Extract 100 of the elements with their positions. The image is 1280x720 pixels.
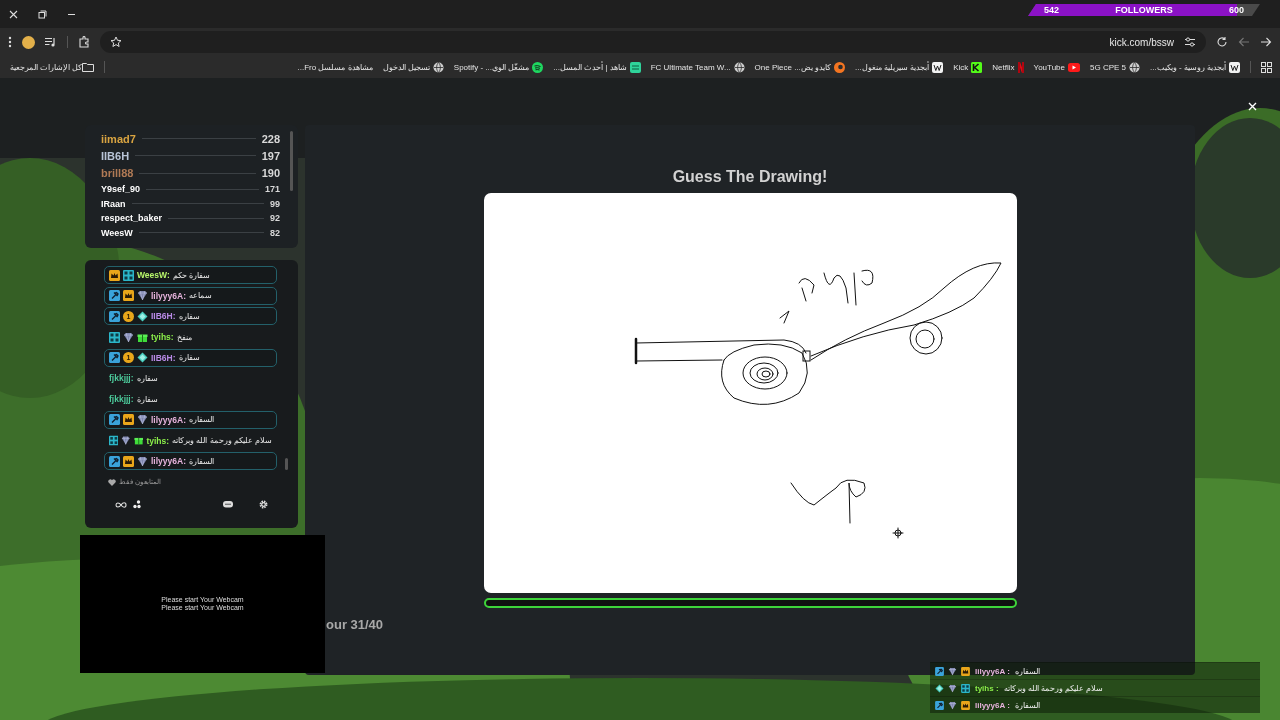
- reload-icon[interactable]: [1216, 36, 1228, 48]
- grid-badge-icon: [109, 435, 119, 446]
- username: tyihs :: [975, 683, 999, 693]
- close-icon[interactable]: [9, 9, 18, 19]
- message-text: سفارة حكم: [172, 270, 210, 280]
- player-score: 82: [270, 227, 280, 238]
- gem-icon: [137, 455, 148, 467]
- username: IIB6H:: [151, 311, 176, 322]
- restore-icon[interactable]: [38, 9, 47, 19]
- message-text: السفارة: [1014, 700, 1040, 710]
- message-text: سماعه: [188, 291, 212, 301]
- grid-badge-icon: [961, 683, 970, 693]
- player-name: brill88: [101, 167, 134, 180]
- bookmark[interactable]: مشغّل الوي... - Spotify: [453, 61, 544, 73]
- lines-square-icon: [629, 61, 641, 73]
- sound-waves-icon: [532, 61, 544, 73]
- username: lilyyy6A:: [151, 456, 186, 467]
- tune-icon[interactable]: [1184, 36, 1196, 48]
- star-icon[interactable]: [110, 36, 122, 48]
- round-counter: our 31/40: [326, 617, 384, 632]
- followers-goal: 600: [1228, 5, 1244, 15]
- message-text: السفارة: [188, 456, 214, 466]
- username: WeesW:: [137, 270, 170, 280]
- chat-bubble-icon[interactable]: [223, 500, 233, 509]
- gem-icon: [137, 352, 148, 364]
- bookmark[interactable]: Kick: [953, 61, 983, 73]
- message-text: سلام عليكم ورحمة الله وبركاته: [1003, 683, 1104, 693]
- message-text: السفاره: [1014, 666, 1040, 676]
- bookmark[interactable]: أبجدية سيريلية منغول...: [855, 61, 944, 73]
- gem-icon: [948, 700, 957, 710]
- message-text: سفارة: [178, 353, 200, 363]
- extensions-icon[interactable]: [78, 36, 90, 48]
- username: tyihs:: [146, 435, 170, 446]
- back-icon[interactable]: [1238, 36, 1250, 48]
- crown-icon: [123, 414, 134, 426]
- crown-icon: [123, 455, 134, 467]
- crown-icon: [961, 700, 970, 710]
- username: IIB6H:: [151, 352, 176, 363]
- heart-icon: [108, 478, 116, 486]
- bookmark[interactable]: مشاهدة مسلسل Fro...: [297, 62, 373, 72]
- message-text: سلام عليكم ورحمة الله وبركاته: [172, 436, 272, 445]
- bookmark[interactable]: أبجدية روسية - ويكيب...: [1150, 61, 1240, 73]
- bookmark[interactable]: شاهد | أحدث المسل...: [553, 61, 641, 73]
- gem-icon: [137, 290, 148, 302]
- profile-avatar[interactable]: [22, 35, 35, 49]
- dots-cluster-icon[interactable]: [133, 500, 141, 510]
- grid-badge-icon: [109, 331, 120, 343]
- scrollbar[interactable]: [285, 458, 288, 470]
- message-text: سفاره: [178, 311, 200, 321]
- hammer-icon: [109, 455, 120, 467]
- menu-icon[interactable]: [8, 36, 12, 48]
- scrollbar[interactable]: [290, 131, 293, 191]
- crown-icon: [109, 269, 120, 281]
- url-field[interactable]: kick.com/bssw: [1109, 36, 1174, 48]
- username: lilyyy6A:: [151, 290, 186, 301]
- hammer-icon: [109, 352, 120, 364]
- hammer-icon: [109, 414, 120, 426]
- globe-icon: [733, 61, 745, 73]
- ring-icon: [834, 61, 846, 73]
- username: fjkkjjj:: [109, 373, 134, 384]
- followers-label: FOLLOWERS: [1115, 5, 1173, 15]
- gem-icon: [137, 414, 148, 426]
- player-name: IIB6H: [101, 149, 130, 162]
- crown-icon: [123, 290, 134, 302]
- folder-icon: [82, 62, 95, 72]
- bookmark[interactable]: YouTube: [1033, 62, 1080, 72]
- wiki-icon: [1229, 61, 1240, 73]
- player-name: WeesW: [101, 227, 133, 238]
- player-score: 171: [264, 184, 280, 195]
- hammer-icon: [109, 290, 120, 302]
- followers-count: 542: [1044, 5, 1060, 15]
- bookmark[interactable]: كايدو يض... One Piece: [754, 61, 846, 73]
- bookmark[interactable]: تسجيل الدخول: [382, 61, 444, 73]
- bookmark[interactable]: Netflix: [992, 61, 1024, 73]
- globe-icon: [432, 61, 444, 73]
- username: fjkkjjj:: [109, 394, 134, 405]
- forward-icon[interactable]: [1260, 36, 1272, 48]
- player-score: 99: [270, 198, 280, 209]
- bookmark[interactable]: 5G CPE 5: [1090, 61, 1140, 73]
- gem-icon: [121, 435, 131, 446]
- apps-icon[interactable]: [1261, 61, 1272, 73]
- media-icon[interactable]: [45, 37, 57, 47]
- gem-icon: [948, 666, 957, 676]
- username: lilyyy6A:: [151, 414, 186, 425]
- settings-icon[interactable]: [259, 500, 268, 510]
- globe-icon: [1129, 61, 1140, 73]
- ribbon-icon: [1017, 61, 1024, 73]
- username: lilyyy6A :: [975, 666, 1010, 676]
- gem-icon: [948, 683, 957, 693]
- game-title: Guess The Drawing!: [672, 168, 828, 187]
- message-text: السفاره: [188, 415, 214, 425]
- player-name: iimad7: [101, 132, 136, 145]
- hammer-icon: [935, 666, 944, 676]
- crown-icon: [961, 666, 970, 676]
- player-score: 197: [261, 149, 280, 162]
- bookmark[interactable]: FC Ultimate Team W...: [650, 61, 745, 73]
- hammer-icon: [935, 700, 944, 710]
- gem-icon: [137, 310, 148, 322]
- all-bookmarks-link[interactable]: كل الإشارات المرجعية: [10, 62, 83, 72]
- infinity-icon[interactable]: [115, 501, 127, 508]
